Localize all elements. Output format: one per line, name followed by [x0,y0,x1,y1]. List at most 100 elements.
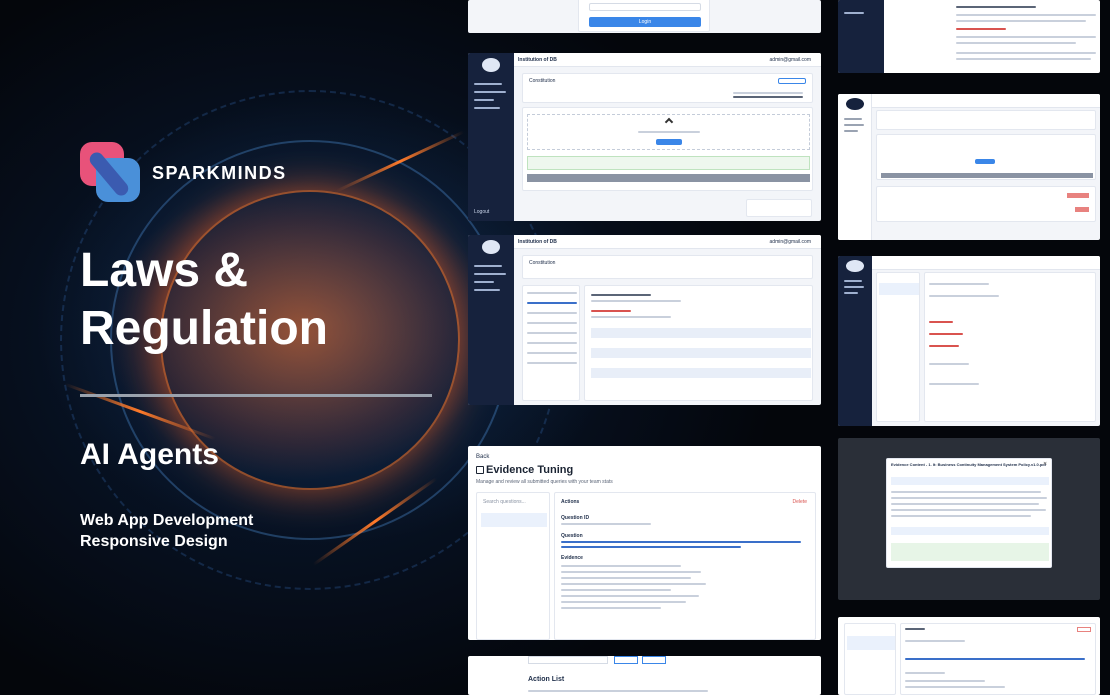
user-email[interactable]: admin@gmail.com [770,239,811,245]
detail-line [591,294,651,296]
list-item[interactable] [481,513,547,527]
app-logo-icon [846,260,864,272]
app-sidebar [838,94,872,240]
text-line [956,6,1036,8]
text-line [956,52,1096,54]
question-detail: Actions Delete Question ID Question Evid… [554,492,816,640]
sidebar-item[interactable] [474,281,494,283]
search-input[interactable]: Search questions... [483,499,526,505]
text-line [891,515,1031,517]
app-sidebar [468,235,514,405]
detail-line [561,571,701,573]
list-item[interactable] [527,332,577,334]
sparkminds-logo-icon [80,142,142,204]
app-sidebar [838,0,884,73]
app-logo-icon [482,240,500,254]
sidebar-item[interactable] [844,130,858,132]
detail-line [561,577,691,579]
user-email[interactable]: admin@gmail.com [770,57,811,63]
question-id-label: Question ID [561,515,590,521]
screenshot-clause-detail [838,256,1100,426]
reset-button[interactable] [642,656,666,664]
sidebar-item[interactable] [474,289,500,291]
list-item[interactable] [527,362,577,364]
evidence-label: Evidence [561,555,583,561]
hero-title-line: Laws & [80,244,249,297]
sidebar-item[interactable] [474,265,502,267]
detail-line [561,546,741,548]
app-topbar [872,256,1100,270]
detail-line [561,601,686,603]
sidebar-item[interactable] [844,124,864,126]
screenshot-clauses: Institution of DB admin@gmail.com Consti… [468,235,821,405]
constitution-panel: Constitution [522,73,813,103]
search-input[interactable] [528,656,608,664]
select-file-button[interactable] [975,159,995,164]
login-button[interactable]: Login [589,17,701,27]
sidebar-item[interactable] [844,280,862,282]
list-item[interactable] [527,302,577,304]
upload-panel [876,134,1096,180]
text-line [891,509,1046,511]
hero-panel: SPARKMINDS Laws & Regulation AI Agents W… [0,0,460,695]
dropzone[interactable] [527,114,810,150]
detail-line [591,310,631,312]
app-title: Institution of DB [518,239,557,245]
sidebar-item[interactable] [474,99,494,101]
screenshot-login: Login [468,0,821,33]
sidebar-item[interactable] [474,107,500,109]
detail-line [905,672,945,674]
list-item[interactable] [847,636,895,650]
detail-line [929,295,999,297]
detail-line [561,583,706,585]
app-topbar: Institution of DB admin@gmail.com [514,53,821,67]
screenshot-evidence-tuning: Back Evidence Tuning Manage and review a… [468,446,821,640]
text-line [956,58,1091,60]
close-icon[interactable]: ✕ [1043,461,1047,467]
delete-button[interactable] [1067,193,1089,198]
detail-line [561,589,671,591]
sidebar-item[interactable] [474,273,506,275]
filter-button[interactable] [614,656,638,664]
password-input[interactable] [589,3,701,11]
text-line [956,14,1096,16]
list-item[interactable] [527,322,577,324]
delete-button[interactable] [1077,627,1091,632]
dropzone-text [638,131,700,133]
question-detail [900,623,1096,695]
upload-button[interactable] [778,78,806,84]
text-line [956,20,1086,22]
file-header [891,477,1049,485]
back-button[interactable]: Back [476,454,489,460]
hero-title: Laws & Regulation [80,242,328,358]
hero-subtitle: AI Agents [80,438,219,471]
detail-line [561,523,651,525]
detail-line [905,628,925,630]
process-button[interactable] [881,173,1093,178]
modal-title: Evidence Content - 1. It: Business Conti… [891,462,1047,467]
delete-button[interactable] [1075,207,1089,212]
screenshot-action-list: Action List [468,656,821,695]
sidebar-item[interactable] [844,286,864,288]
section-title: Constitution [529,78,556,84]
select-file-button[interactable] [656,139,682,145]
process-button[interactable] [527,174,810,182]
app-title: Institution of DB [518,57,557,63]
list-item[interactable] [527,342,577,344]
sidebar-item[interactable] [844,292,858,294]
constitution-header: Constitution [522,255,813,279]
logout-link[interactable]: Logout [474,209,489,215]
app-sidebar: Logout [468,53,514,221]
list-item[interactable] [527,352,577,354]
sidebar-item[interactable] [474,83,502,85]
sidebar-item[interactable] [844,118,862,120]
page-subtitle: Manage and review all submitted queries … [476,479,613,485]
list-item[interactable] [879,283,919,295]
upload-icon [664,117,674,127]
sidebar-item[interactable] [844,12,864,14]
sidebar-item[interactable] [474,91,506,93]
list-item[interactable] [527,312,577,314]
delete-button[interactable]: Delete [793,499,807,505]
table-header [528,690,708,692]
detail-line [561,595,699,597]
